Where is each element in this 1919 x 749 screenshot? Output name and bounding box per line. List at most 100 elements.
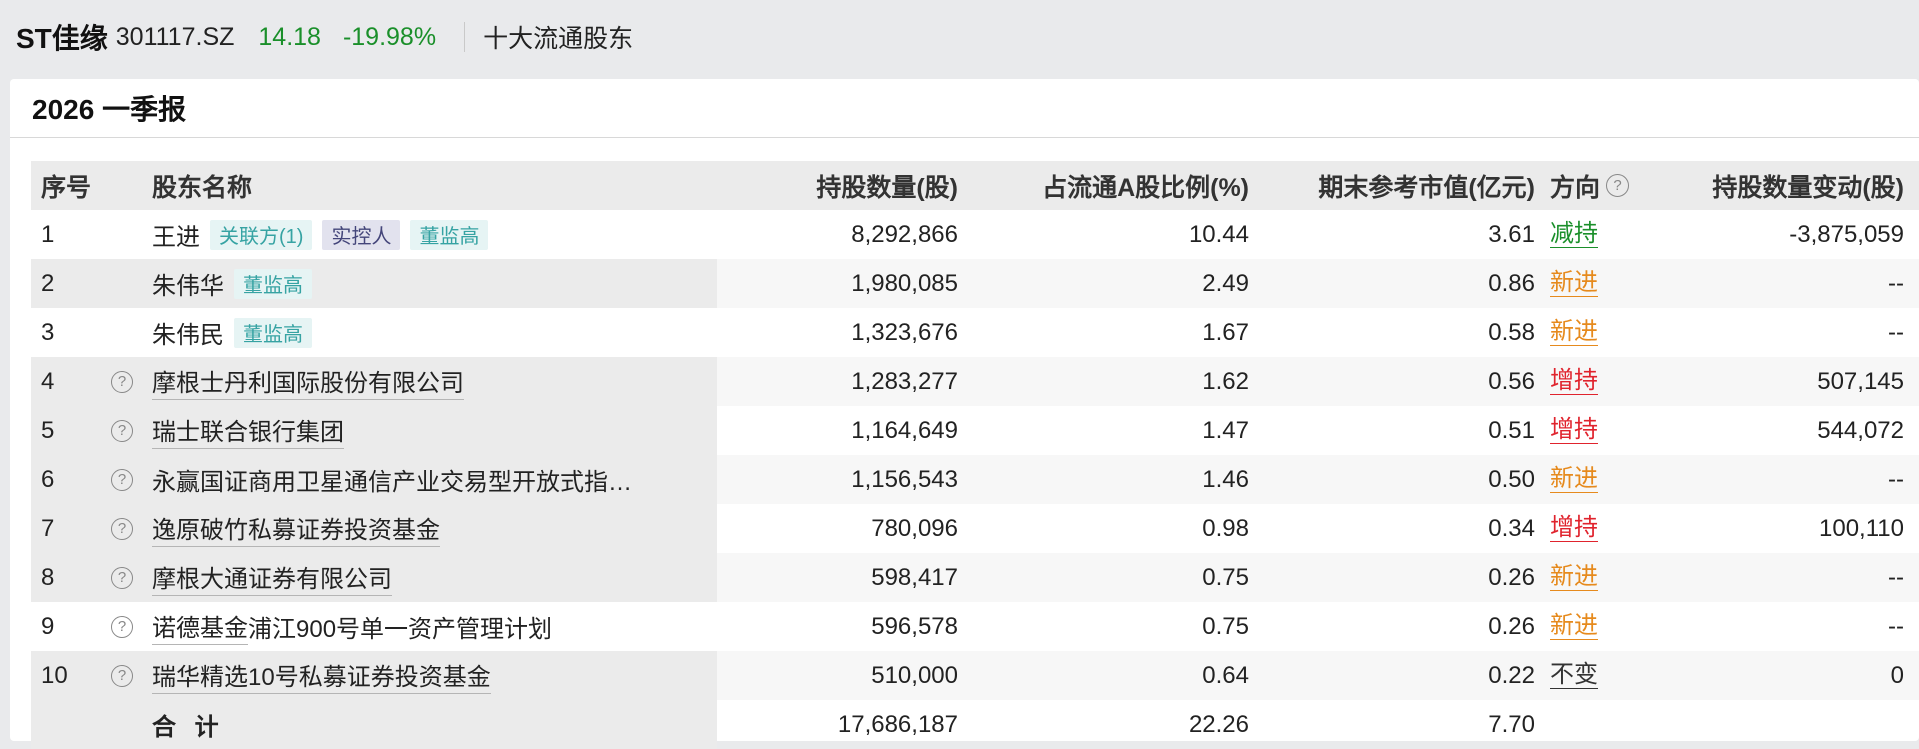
header-value[interactable]: 期末参考市值(亿元) [1318, 161, 1535, 210]
row-index: 10 [41, 661, 68, 689]
direction-cell: 增持 [1550, 406, 1598, 455]
table-row: 7 ? 逸原破竹私募证券投资基金 780,096 0.98 0.34 增持 10… [31, 504, 1919, 553]
change-cell: -- [1888, 612, 1904, 640]
direction-cell: 新进 [1550, 602, 1598, 651]
stock-code: 301117.SZ [115, 22, 235, 51]
value-cell: 3.61 [1488, 220, 1535, 248]
row-index: 6 [41, 465, 55, 493]
holding-cell: 8,292,866 [851, 220, 958, 248]
holding-cell: 510,000 [871, 661, 958, 689]
value-cell: 0.58 [1488, 318, 1535, 346]
ratio-cell: 10.44 [1188, 220, 1249, 248]
product-name: 浦江900号单一资产管理计划 [248, 616, 553, 643]
shareholder-name-cell: 诺德基金 浦江900号单一资产管理计划 [152, 602, 552, 651]
fund-manager-link[interactable]: 诺德基金 [152, 608, 248, 645]
shareholder-name-cell: 摩根士丹利国际股份有限公司 [152, 357, 464, 406]
shareholder-name-cell: 瑞华精选10号私募证券投资基金 [152, 651, 491, 700]
header-holding[interactable]: 持股数量(股) [816, 161, 958, 210]
direction-link[interactable]: 不变 [1550, 661, 1598, 690]
total-holding: 17,686,187 [837, 710, 958, 738]
row-index: 7 [41, 514, 55, 542]
row-index: 2 [41, 269, 55, 297]
shareholder-name-cell: 朱伟民 董监高 [152, 308, 312, 357]
direction-link[interactable]: 新进 [1550, 318, 1598, 347]
help-icon[interactable]: ? [111, 517, 133, 540]
related-party-tag[interactable]: 关联方(1) [210, 219, 313, 250]
table-row: 8 ? 摩根大通证券有限公司 598,417 0.75 0.26 新进 -- [31, 553, 1919, 602]
help-icon[interactable]: ? [1606, 174, 1630, 197]
table-row: 2 朱伟华 董监高 1,980,085 2.49 0.86 新进 -- [31, 259, 1919, 308]
total-ratio: 22.26 [1188, 710, 1249, 738]
ratio-cell: 0.75 [1202, 612, 1249, 640]
holding-cell: 780,096 [871, 514, 958, 542]
direction-link[interactable]: 增持 [1550, 367, 1598, 396]
stock-name[interactable]: ST佳缘 [16, 17, 108, 57]
ratio-cell: 2.49 [1202, 269, 1249, 297]
shareholder-name-link[interactable]: 逸原破竹私募证券投资基金 [152, 510, 440, 547]
direction-cell: 新进 [1550, 259, 1598, 308]
help-icon[interactable]: ? [111, 566, 133, 589]
ratio-cell: 1.62 [1202, 367, 1249, 395]
direction-link[interactable]: 新进 [1550, 465, 1598, 494]
direction-cell: 新进 [1550, 308, 1598, 357]
row-index: 9 [41, 612, 55, 640]
value-cell: 0.50 [1488, 465, 1535, 493]
help-icon[interactable]: ? [111, 370, 133, 393]
executive-tag: 董监高 [410, 219, 489, 250]
help-icon[interactable]: ? [111, 615, 133, 638]
table-row: 6 ? 永赢国证商用卫星通信产业交易型开放式指… 1,156,543 1.46 … [31, 455, 1919, 504]
change-cell: 0 [1890, 661, 1904, 689]
change-cell: -- [1888, 269, 1904, 297]
direction-cell: 增持 [1550, 357, 1598, 406]
change-cell: 544,072 [1817, 416, 1904, 444]
table-row: 9 ? 诺德基金 浦江900号单一资产管理计划 596,578 0.75 0.26… [31, 602, 1919, 651]
holding-cell: 1,980,085 [851, 269, 958, 297]
row-index: 1 [41, 220, 55, 248]
help-icon[interactable]: ? [111, 664, 133, 687]
stock-price: 14.18 [258, 22, 321, 51]
value-cell: 0.86 [1488, 269, 1535, 297]
ratio-cell: 1.67 [1202, 318, 1249, 346]
shareholders-table: 序号 股东名称 持股数量(股) 占流通A股比例(%) 期末参考市值(亿元) 方向… [31, 161, 1919, 749]
table-row: 5 ? 瑞士联合银行集团 1,164,649 1.47 0.51 增持 544,… [31, 406, 1919, 455]
row-index: 5 [41, 416, 55, 444]
shareholder-name-link[interactable]: 瑞士联合银行集团 [152, 412, 344, 449]
shareholder-name-link[interactable]: 瑞华精选10号私募证券投资基金 [152, 657, 491, 694]
shareholder-name-cell: 王进 关联方(1) 实控人 董监高 [152, 210, 489, 259]
help-icon[interactable]: ? [111, 468, 133, 491]
row-index: 8 [41, 563, 55, 591]
change-cell: 507,145 [1817, 367, 1904, 395]
value-cell: 0.56 [1488, 367, 1535, 395]
holding-cell: 1,323,676 [851, 318, 958, 346]
ratio-cell: 0.75 [1202, 563, 1249, 591]
shareholder-name: 朱伟民 [152, 322, 224, 349]
executive-tag: 董监高 [234, 268, 312, 299]
shareholder-name-cell: 逸原破竹私募证券投资基金 [152, 504, 440, 553]
change-cell: -- [1888, 318, 1904, 346]
ratio-cell: 0.64 [1202, 661, 1249, 689]
total-label: 合 计 [152, 714, 225, 741]
direction-link[interactable]: 减持 [1550, 220, 1598, 249]
holding-cell: 1,156,543 [851, 465, 958, 493]
direction-link[interactable]: 新进 [1550, 563, 1598, 592]
help-icon[interactable]: ? [111, 419, 133, 442]
shareholders-panel: 2026 一季报 序号 股东名称 持股数量(股) 占流通A股比例(%) 期末参考… [10, 79, 1919, 749]
direction-link[interactable]: 新进 [1550, 612, 1598, 641]
shareholder-name-link[interactable]: 摩根大通证券有限公司 [152, 559, 392, 596]
table-header-row: 序号 股东名称 持股数量(股) 占流通A股比例(%) 期末参考市值(亿元) 方向… [31, 161, 1919, 210]
shareholder-name-cell: 朱伟华 董监高 [152, 259, 312, 308]
shareholder-name-link[interactable]: 永赢国证商用卫星通信产业交易型开放式指… [152, 462, 632, 497]
shareholder-name: 朱伟华 [152, 273, 224, 300]
table-row: 4 ? 摩根士丹利国际股份有限公司 1,283,277 1.62 0.56 增持… [31, 357, 1919, 406]
value-cell: 0.51 [1488, 416, 1535, 444]
direction-link[interactable]: 新进 [1550, 269, 1598, 298]
direction-link[interactable]: 增持 [1550, 514, 1598, 543]
value-cell: 0.26 [1488, 612, 1535, 640]
header-ratio[interactable]: 占流通A股比例(%) [1042, 161, 1249, 210]
header-change[interactable]: 持股数量变动(股) [1712, 161, 1904, 210]
direction-link[interactable]: 增持 [1550, 416, 1598, 445]
total-row: 合 计 17,686,187 22.26 7.70 [31, 700, 1919, 749]
shareholder-name-link[interactable]: 摩根士丹利国际股份有限公司 [152, 363, 464, 400]
value-cell: 0.34 [1488, 514, 1535, 542]
divider [464, 22, 466, 52]
